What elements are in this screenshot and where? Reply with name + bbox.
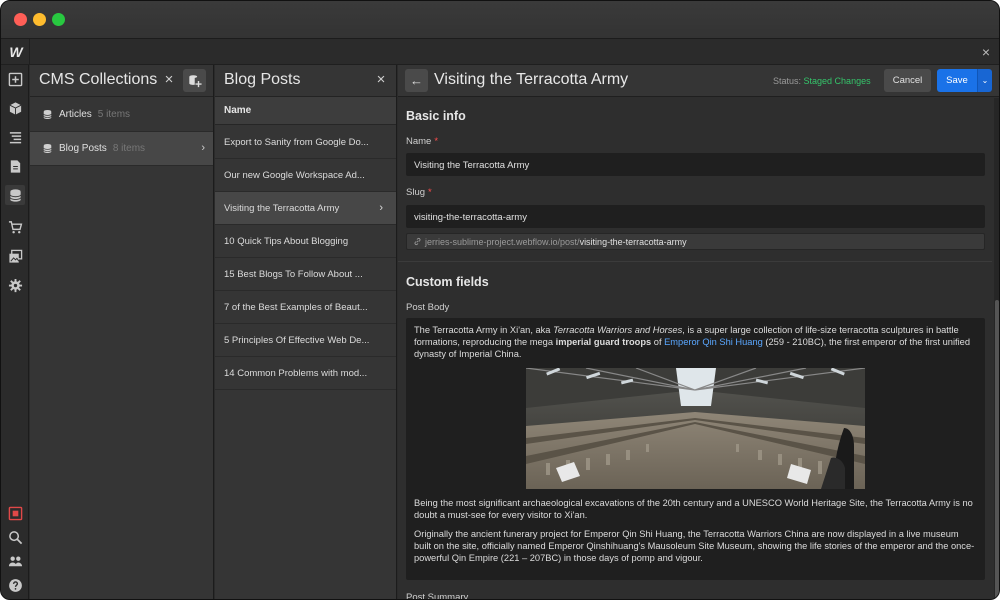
post-row[interactable]: 14 Common Problems with mod... (215, 357, 396, 390)
post-row[interactable]: 5 Principles Of Effective Web De... (215, 324, 396, 357)
close-window-button[interactable] (14, 13, 27, 26)
panel-title: Blog Posts (224, 71, 301, 88)
settings-icon[interactable] (5, 275, 25, 295)
panel-header: Blog Posts × (215, 65, 396, 97)
status-label: Status: (773, 76, 802, 86)
left-rail (1, 65, 29, 599)
app-window: W × CMS Collections × Articles 5 items B… (0, 0, 1000, 600)
body-paragraph: The Terracotta Army in Xi'an, aka Terrac… (414, 324, 977, 361)
zoom-window-button[interactable] (52, 13, 65, 26)
chevron-right-icon: › (379, 202, 383, 214)
post-row[interactable]: 7 of the Best Examples of Beaut... (215, 291, 396, 324)
body-text: The Terracotta Army in Xi'an, aka (414, 325, 554, 335)
slug-field[interactable]: visiting-the-terracotta-army (406, 205, 985, 228)
post-row-label: Visiting the Terracotta Army (224, 203, 340, 214)
body-text: of (651, 337, 665, 348)
search-icon[interactable] (5, 527, 25, 547)
collection-label: Articles (59, 109, 92, 120)
post-summary-label: Post Summary (406, 592, 469, 600)
assets-icon[interactable] (5, 246, 25, 266)
slug-label: Slug * (406, 187, 432, 198)
pages-icon[interactable] (5, 156, 25, 176)
collection-count: 5 items (97, 109, 131, 120)
users-icon[interactable] (5, 551, 25, 571)
body-paragraph: Originally the ancient funerary project … (414, 529, 975, 564)
close-panel-icon[interactable]: × (373, 72, 389, 88)
collection-label: Blog Posts (59, 143, 107, 154)
ecommerce-icon[interactable] (5, 217, 25, 237)
item-title: Visiting the Terracotta Army (434, 71, 629, 88)
cms-collections-panel: CMS Collections × Articles 5 items Blog … (30, 65, 214, 599)
collection-item-blog-posts[interactable]: Blog Posts 8 items › (30, 132, 213, 166)
save-options-chevron-down-icon[interactable]: ⌄ (977, 69, 992, 92)
back-button[interactable]: ← (405, 69, 428, 92)
name-label-text: Name (406, 136, 432, 147)
close-editor-icon[interactable]: × (977, 43, 995, 61)
add-panel-icon[interactable] (5, 69, 25, 89)
editor-header: ← Visiting the Terracotta Army Status: S… (398, 65, 999, 97)
post-row-selected[interactable]: Visiting the Terracotta Army › (215, 192, 396, 225)
chevron-right-icon: › (201, 142, 205, 154)
name-label: Name * (406, 136, 438, 147)
post-body-editor[interactable]: The Terracotta Army in Xi'an, aka Terrac… (406, 318, 985, 580)
slug-label-text: Slug (406, 187, 426, 198)
custom-fields-heading: Custom fields (406, 275, 489, 289)
editor-body[interactable]: Basic info Name * Visiting the Terracotta… (398, 98, 992, 600)
help-icon[interactable] (5, 575, 25, 595)
post-row[interactable]: 10 Quick Tips About Blogging (215, 225, 396, 258)
database-icon (42, 109, 53, 120)
panel-header: CMS Collections × (30, 65, 213, 97)
record-icon[interactable] (5, 503, 25, 523)
webflow-logo[interactable]: W (7, 43, 25, 61)
add-collection-icon (188, 74, 202, 87)
post-row[interactable]: Export to Sanity from Google Do... (215, 126, 396, 159)
cancel-button[interactable]: Cancel (884, 69, 931, 92)
title-bar (1, 1, 999, 39)
body-link[interactable]: Emperor Qin Shi Huang (664, 337, 763, 347)
blog-posts-panel: Blog Posts × Name Export to Sanity from … (215, 65, 397, 599)
basic-info-heading: Basic info (406, 109, 466, 123)
collection-count: 8 items (112, 143, 146, 154)
required-mark: * (434, 136, 439, 147)
minimize-window-button[interactable] (33, 13, 46, 26)
name-field[interactable]: Visiting the Terracotta Army (406, 153, 985, 176)
terracotta-army-image[interactable] (526, 367, 865, 489)
item-editor: ← Visiting the Terracotta Army Status: S… (398, 65, 999, 600)
post-row[interactable]: Our new Google Workspace Ad... (215, 159, 396, 192)
panel-title: CMS Collections (39, 71, 158, 88)
collection-item-articles[interactable]: Articles 5 items (30, 98, 213, 132)
body-bold-text: imperial guard troops (555, 337, 652, 348)
column-header-name[interactable]: Name (215, 97, 396, 125)
close-panel-icon[interactable]: × (161, 72, 177, 88)
components-icon[interactable] (5, 98, 25, 118)
url-slug: visiting-the-terracotta-army (579, 237, 687, 247)
status-badge: Staged Changes (803, 76, 871, 86)
post-body-label: Post Body (406, 302, 450, 313)
add-collection-button[interactable] (183, 69, 206, 92)
required-mark: * (428, 187, 432, 198)
save-button[interactable]: Save (937, 69, 977, 92)
scrollbar-thumb[interactable] (995, 300, 999, 599)
link-icon (414, 237, 421, 246)
body-paragraph: Being the most significant archaeologica… (414, 497, 973, 520)
body-italic-text: Terracotta Warriors and Horses (553, 325, 683, 335)
status-text: Status: Staged Changes (773, 76, 871, 86)
url-prefix: jerries-sublime-project.webflow.io/post/ (425, 237, 580, 247)
divider (398, 261, 992, 262)
top-bar: W × (1, 39, 999, 65)
cms-icon[interactable] (5, 185, 25, 205)
divider (29, 39, 30, 65)
navigator-icon[interactable] (5, 127, 25, 147)
post-row[interactable]: 15 Best Blogs To Follow About ... (215, 258, 396, 291)
database-icon (42, 143, 53, 154)
live-url[interactable]: jerries-sublime-project.webflow.io/post/… (406, 233, 985, 250)
